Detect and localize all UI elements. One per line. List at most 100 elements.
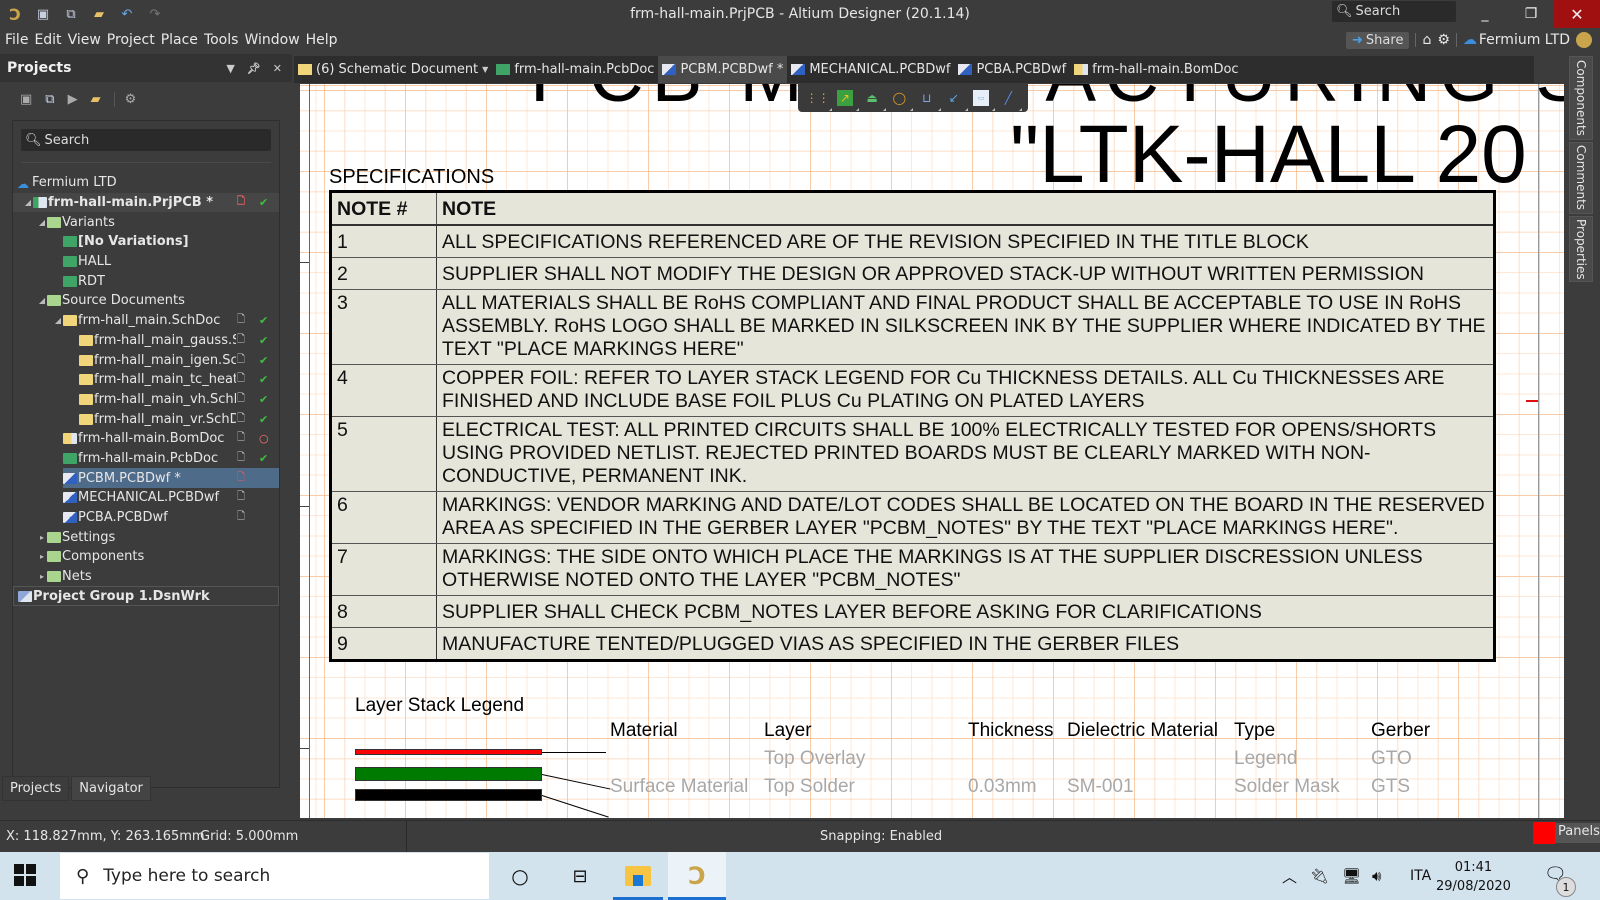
tab-navigator[interactable]: Navigator: [71, 776, 151, 801]
menu-view[interactable]: View: [68, 32, 101, 48]
tree-item[interactable]: RDT: [13, 271, 279, 291]
tree-item[interactable]: ◢ frm-hall_main.SchDoc 🗋︎ ✔: [13, 311, 279, 331]
open-icon[interactable]: ▰: [90, 5, 108, 23]
document-tab[interactable]: frm-hall-main.PcbDoc: [492, 56, 658, 83]
legend-header-thickness: Thickness: [968, 720, 1054, 741]
tab-projects[interactable]: Projects: [2, 776, 70, 801]
line-icon[interactable]: ╱: [1000, 90, 1023, 111]
expand-arrow-icon[interactable]: ▸: [37, 552, 47, 561]
menu-tools[interactable]: Tools: [204, 32, 239, 48]
tab-components[interactable]: Components: [1569, 56, 1593, 140]
tree-item[interactable]: ▸ Nets: [13, 567, 279, 587]
tab-comments[interactable]: Comments: [1569, 142, 1593, 214]
chevron-down-icon[interactable]: ▼: [482, 65, 488, 74]
tree-item[interactable]: PCBM.PCBDwf * 🗋︎: [13, 468, 279, 488]
dimension-icon[interactable]: ↙: [946, 90, 968, 111]
tree-item[interactable]: frm-hall_main_tc_heater.SchDoc🗋︎ ✔: [13, 370, 279, 390]
network-icon[interactable]: 🖥︎: [1342, 852, 1361, 900]
windows-start-icon[interactable]: [14, 864, 36, 886]
menu-project[interactable]: Project: [107, 32, 155, 48]
tree-item[interactable]: frm-hall_main_vr.SchDoc🗋︎ ✔: [13, 409, 279, 429]
settings-icon[interactable]: ⚙: [113, 91, 136, 107]
tree-item-label: frm-hall-main.PcbDoc: [78, 450, 219, 466]
collapse-arrow-icon[interactable]: ◢: [23, 198, 33, 207]
volume-icon[interactable]: 🔊︎: [1372, 852, 1381, 900]
share-button[interactable]: ➜ Share: [1346, 31, 1410, 49]
home-icon[interactable]: ⌂: [1422, 32, 1431, 48]
redo-icon[interactable]: ↷: [146, 5, 164, 23]
cortana-icon[interactable]: ○: [490, 852, 550, 900]
workspace-label[interactable]: Fermium LTD: [1479, 32, 1570, 48]
sheet-zone-tick: [300, 262, 309, 263]
save-icon[interactable]: ▣: [34, 5, 52, 23]
compile-icon[interactable]: ▶: [68, 92, 78, 107]
global-search-input[interactable]: 🔍︎ Search: [1332, 1, 1456, 22]
power-icon[interactable]: 🔌︎: [1310, 852, 1329, 900]
copy-project-icon[interactable]: ⧉: [45, 92, 54, 107]
document-tab[interactable]: frm-hall-main.BomDoc: [1070, 56, 1242, 83]
board-realistic-view-icon[interactable]: ↗: [836, 90, 859, 111]
drill-table-icon[interactable]: ◯: [891, 90, 914, 111]
panels-button[interactable]: Panels: [1533, 822, 1600, 844]
taskbar-clock[interactable]: 01:41 29/08/2020: [1436, 858, 1511, 896]
tree-item[interactable]: ▸ Settings: [13, 527, 279, 547]
document-tab[interactable]: PCBM.PCBDwf *: [658, 56, 788, 83]
pin-icon[interactable]: 📌︎: [247, 62, 261, 75]
project-search-input[interactable]: 🔍︎ Search: [21, 129, 271, 151]
tree-item[interactable]: ◢ frm-hall-main.PrjPCB * 🗋︎ ✔: [13, 192, 279, 213]
show-hidden-icons[interactable]: ︿: [1282, 852, 1297, 900]
drawing-canvas[interactable]: PCB MANUFACTURING S "LTK-HALL 20 ⋮⋮ ↗ ⏏ …: [300, 84, 1564, 818]
panel-close-icon[interactable]: ✕: [273, 62, 282, 75]
menu-help[interactable]: Help: [306, 32, 338, 48]
tree-item[interactable]: frm-hall_main_vh.SchDoc🗋︎ ✔: [13, 390, 279, 410]
layer-stack-table-icon[interactable]: ⏏: [864, 90, 887, 111]
tree-item[interactable]: ◢ Source Documents: [13, 291, 279, 311]
collapse-arrow-icon[interactable]: ◢: [37, 296, 47, 305]
tree-item[interactable]: ◢ Variants: [13, 212, 279, 232]
tree-item[interactable]: PCBA.PCBDwf 🗋︎: [13, 508, 279, 528]
tree-item[interactable]: [No Variations]: [13, 232, 279, 252]
save-project-icon[interactable]: ▣: [20, 92, 32, 107]
menu-file[interactable]: File: [5, 32, 28, 48]
tab-properties[interactable]: Properties: [1569, 216, 1593, 282]
undo-icon[interactable]: ↶: [118, 5, 136, 23]
expand-arrow-icon[interactable]: ▸: [37, 533, 47, 542]
language-indicator[interactable]: ITA: [1410, 852, 1431, 900]
restore-button[interactable]: ❐: [1508, 0, 1554, 28]
file-explorer-icon[interactable]: [613, 852, 663, 900]
tree-item[interactable]: frm-hall-main.BomDoc 🗋︎ ○: [13, 429, 279, 449]
tree-item[interactable]: HALL: [13, 252, 279, 272]
altium-logo-icon[interactable]: Ↄ: [6, 5, 24, 24]
document-tab[interactable]: (6) Schematic Document ▼: [294, 56, 492, 83]
board-assembly-view-icon[interactable]: ⋮⋮: [806, 90, 832, 111]
user-avatar-icon[interactable]: [1576, 32, 1592, 48]
title-block-icon[interactable]: ▭: [973, 90, 996, 111]
expand-arrow-icon[interactable]: ▸: [37, 572, 47, 581]
tree-item[interactable]: MECHANICAL.PCBDwf 🗋︎: [13, 488, 279, 508]
menu-window[interactable]: Window: [244, 32, 299, 48]
document-tab[interactable]: MECHANICAL.PCBDwf: [787, 56, 954, 83]
sheet-zone-tick: [300, 506, 309, 507]
clock-time: 01:41: [1454, 860, 1493, 875]
menu-place[interactable]: Place: [161, 32, 198, 48]
document-tab[interactable]: PCBA.PCBDwf: [954, 56, 1070, 83]
collapse-arrow-icon[interactable]: ◢: [53, 316, 63, 325]
tree-item[interactable]: frm-hall_main_igen.SchDoc🗋︎ ✔: [13, 350, 279, 370]
task-view-icon[interactable]: ⊟: [550, 852, 610, 900]
gear-icon[interactable]: ⚙: [1437, 32, 1450, 48]
folder-options-icon[interactable]: ▰: [91, 92, 101, 107]
altium-taskbar-icon[interactable]: Ↄ: [668, 852, 726, 900]
tree-item[interactable]: ☁ Fermium LTD: [13, 173, 279, 193]
save-all-icon[interactable]: ⧉: [62, 5, 80, 23]
tree-item[interactable]: frm-hall-main.PcbDoc 🗋︎ ✔: [13, 449, 279, 469]
taskbar-search-input[interactable]: ⚲ Type here to search: [60, 853, 489, 899]
tree-item[interactable]: frm-hall_main_gauss.SchDoc🗋︎ ✔: [13, 331, 279, 351]
collapse-arrow-icon[interactable]: ◢: [37, 218, 47, 227]
minimize-button[interactable]: _: [1462, 0, 1508, 28]
menu-edit[interactable]: Edit: [34, 32, 61, 48]
tree-item[interactable]: ▸ Components: [13, 547, 279, 567]
panel-menu-icon[interactable]: ▼: [226, 62, 234, 75]
bom-icon[interactable]: ⊔: [919, 90, 941, 111]
close-button[interactable]: ✕: [1554, 0, 1600, 28]
tree-item[interactable]: Project Group 1.DsnWrk: [13, 586, 279, 607]
